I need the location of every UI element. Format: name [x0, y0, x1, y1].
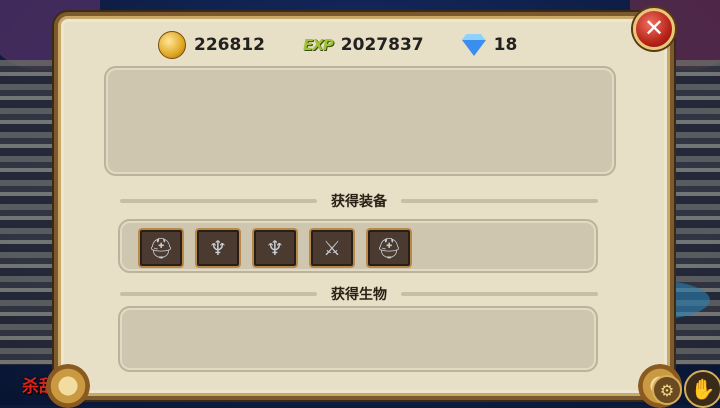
equipment-slot[interactable]: ♆ — [252, 228, 298, 268]
equipment-slot[interactable]: ⛑ — [138, 228, 184, 268]
creature-section-title: 获得生物 — [120, 284, 598, 304]
creature-heading: 获得生物 — [331, 287, 387, 303]
resource-bar: 226812 EXP 2027837 18 — [158, 30, 555, 60]
settings-button[interactable]: ⚙ — [652, 375, 682, 405]
hand-icon: ✋ — [690, 377, 716, 401]
gem-value: 18 — [493, 35, 518, 55]
gear-icon: ⚙ — [659, 380, 675, 400]
hand-button[interactable]: ✋ — [684, 370, 720, 408]
close-button[interactable]: ✕ — [633, 8, 675, 50]
divider-line — [120, 199, 317, 203]
divider-line — [120, 292, 317, 296]
gold-coin-icon — [158, 31, 186, 59]
exp-icon: EXP — [302, 36, 334, 54]
gold-stat: 226812 — [158, 31, 265, 59]
exp-value: 2027837 — [340, 35, 424, 55]
close-icon: ✕ — [643, 14, 665, 42]
helmet-icon: ⛑ — [376, 236, 402, 260]
equipment-slot[interactable]: ⛑ — [366, 228, 412, 268]
gem-stat: 18 — [461, 34, 518, 56]
sword-icon: ⚔ — [323, 236, 341, 260]
creature-box — [118, 306, 598, 372]
helmet-icon: ⛑ — [148, 236, 174, 260]
divider-line — [401, 292, 598, 296]
equipment-list: ⛑ ♆ ♆ ⚔ ⛑ — [138, 228, 423, 268]
horned-helmet-icon: ♆ — [209, 236, 227, 260]
corner-ornament-left — [46, 364, 90, 408]
gold-value: 226812 — [194, 35, 265, 55]
summary-box — [104, 66, 616, 176]
equipment-slot[interactable]: ⚔ — [309, 228, 355, 268]
diamond-icon — [461, 40, 486, 56]
divider-line — [401, 199, 598, 203]
equipment-section-title: 获得装备 — [120, 191, 598, 211]
horned-helmet-icon: ♆ — [266, 236, 284, 260]
equipment-slot[interactable]: ♆ — [195, 228, 241, 268]
exp-stat: EXP 2027837 — [303, 35, 424, 55]
equipment-heading: 获得装备 — [331, 194, 387, 210]
